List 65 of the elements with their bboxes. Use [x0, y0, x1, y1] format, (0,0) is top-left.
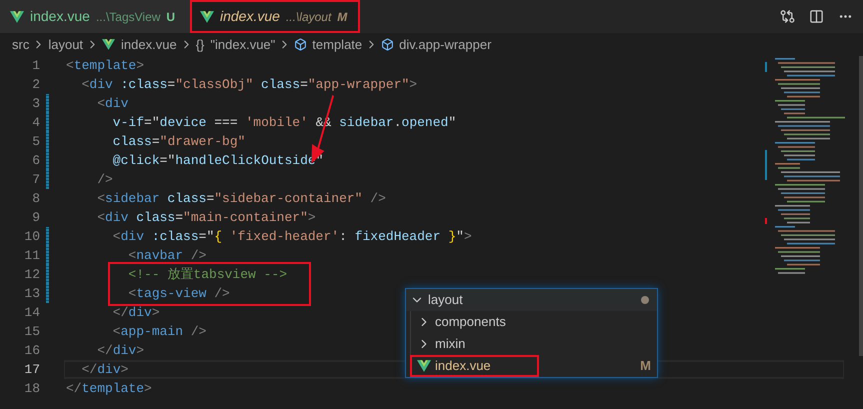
line-number: 13: [23, 284, 40, 303]
code-line: <div: [96, 94, 128, 113]
vue-icon: [200, 10, 214, 22]
vue-icon: [10, 10, 24, 22]
vue-icon: [102, 39, 116, 50]
line-number: 4: [31, 114, 40, 132]
line-number: 16: [23, 342, 40, 360]
code-line: </template>: [66, 380, 152, 398]
line-number: 6: [31, 152, 40, 170]
line-number: 10: [23, 228, 40, 246]
line-number: 8: [31, 190, 40, 208]
code-line: />: [96, 170, 113, 189]
line-number: 5: [31, 132, 40, 151]
braces-symbol: {}: [196, 36, 204, 54]
code-line: <tags-view />: [127, 284, 230, 303]
code-line: <!-- 放置tabsview -->: [127, 266, 288, 284]
file-name: index.vue: [435, 357, 491, 376]
vue-icon: [417, 360, 431, 372]
line-number: 18: [23, 380, 40, 398]
file-name: mixin: [435, 335, 466, 354]
tab-filename: index.vue: [30, 7, 90, 26]
line-number: 7: [31, 170, 40, 189]
breadcrumb-item[interactable]: index.vue: [121, 34, 177, 54]
tree-item[interactable]: layout: [406, 289, 657, 311]
breadcrumb-item[interactable]: "index.vue": [210, 34, 276, 54]
line-number: 1: [31, 56, 40, 75]
editor-tab[interactable]: index.vue ...\TagsView U: [0, 0, 190, 33]
breadcrumb-item[interactable]: layout: [48, 34, 84, 54]
code-line: class="drawer-bg": [112, 132, 246, 151]
code-line: <navbar />: [127, 246, 206, 265]
split-editor-icon[interactable]: [809, 9, 824, 24]
line-number: 14: [23, 304, 40, 322]
code-line: <sidebar class="sidebar-container" />: [96, 190, 386, 208]
tree-item[interactable]: components: [410, 311, 657, 333]
file-name: components: [435, 313, 506, 332]
cube-icon: [294, 38, 308, 51]
code-line: </div>: [96, 342, 144, 360]
line-number: 12: [23, 266, 40, 284]
code-line: </div>: [112, 304, 160, 322]
tab-filename: index.vue: [220, 7, 280, 26]
code-line: <app-main />: [112, 322, 206, 341]
tab-path: ...\layout: [286, 8, 332, 26]
line-number: 17: [23, 360, 40, 379]
line-number: 9: [31, 208, 40, 227]
git-status: U: [166, 8, 176, 26]
line-number: 15: [23, 322, 40, 341]
code-line: <div :class="{ 'fixed-header': fixedHeader }">: [112, 228, 472, 246]
tree-item[interactable]: mixin: [410, 333, 657, 355]
compare-icon[interactable]: [780, 9, 795, 24]
editor-tab[interactable]: index.vue ...\layout M: [190, 0, 360, 33]
git-status: M: [337, 8, 348, 26]
line-number: 3: [31, 94, 40, 113]
breadcrumb-item[interactable]: div.app-wrapper: [399, 34, 492, 54]
breadcrumb-item[interactable]: template: [312, 34, 362, 54]
git-status: M: [640, 357, 651, 376]
folder-name: layout: [428, 291, 463, 310]
code-line: <template>: [66, 56, 144, 75]
line-number: 2: [31, 76, 40, 94]
line-number: 11: [23, 246, 40, 265]
code-line: <div :class="classObj" class="app-wrapper">: [80, 76, 418, 94]
tab-path: ...\TagsView: [96, 8, 160, 26]
scrollbar[interactable]: [859, 56, 863, 356]
cube-icon: [381, 38, 394, 51]
code-line: <div class="main-container">: [96, 208, 316, 227]
breadcrumb-item[interactable]: src: [12, 34, 30, 54]
